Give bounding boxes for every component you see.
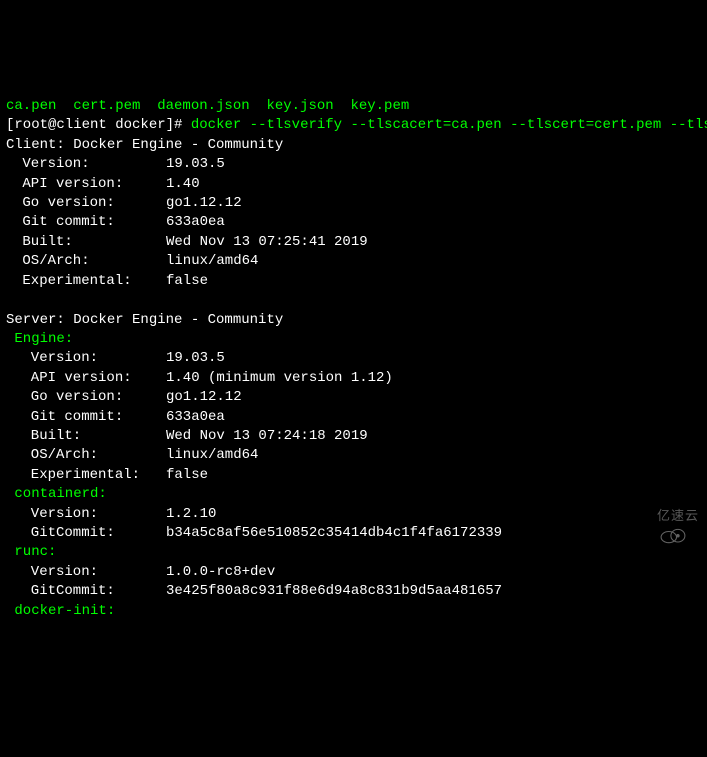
server-version-value: 19.03.5 — [166, 350, 225, 366]
containerd-version-value: 1.2.10 — [166, 506, 216, 522]
prompt-bracket-close: ]# — [166, 117, 191, 133]
runc-git-key: GitCommit: — [6, 582, 166, 601]
server-built-value: Wed Nov 13 07:24:18 2019 — [166, 428, 368, 444]
server-git-value: 633a0ea — [166, 409, 225, 425]
client-git-key: Git commit: — [6, 213, 166, 232]
server-version-key: Version: — [6, 349, 166, 368]
client-built-value: Wed Nov 13 07:25:41 2019 — [166, 234, 368, 250]
server-os-key: OS/Arch: — [6, 446, 166, 465]
server-exp-key: Experimental: — [6, 466, 166, 485]
server-api-value: 1.40 (minimum version 1.12) — [166, 370, 393, 386]
server-header: Server: Docker Engine - Community — [6, 312, 283, 328]
containerd-label: containerd: — [6, 486, 107, 502]
runc-version-key: Version: — [6, 563, 166, 582]
client-go-key: Go version: — [6, 194, 166, 213]
containerd-version-key: Version: — [6, 505, 166, 524]
client-os-value: linux/amd64 — [166, 253, 258, 269]
client-built-key: Built: — [6, 233, 166, 252]
client-git-value: 633a0ea — [166, 214, 225, 230]
ls-output-line: ca.pen cert.pem daemon.json key.json key… — [6, 98, 409, 114]
runc-git-value: 3e425f80a8c931f88e6d94a8c831b9d5aa481657 — [166, 583, 502, 599]
prompt-userhost: root@client docker — [14, 117, 165, 133]
terminal-output[interactable]: ca.pen cert.pem daemon.json key.json key… — [0, 78, 707, 621]
server-built-key: Built: — [6, 427, 166, 446]
client-go-value: go1.12.12 — [166, 195, 242, 211]
server-go-key: Go version: — [6, 388, 166, 407]
client-api-value: 1.40 — [166, 176, 200, 192]
server-go-value: go1.12.12 — [166, 389, 242, 405]
cloud-icon — [625, 506, 653, 524]
runc-label: runc: — [6, 544, 56, 560]
client-version-key: Version: — [6, 155, 166, 174]
engine-label: Engine: — [6, 331, 73, 347]
containerd-git-key: GitCommit: — [6, 524, 166, 543]
server-api-key: API version: — [6, 369, 166, 388]
watermark-text: 亿速云 — [657, 506, 699, 525]
server-exp-value: false — [166, 467, 208, 483]
client-os-key: OS/Arch: — [6, 252, 166, 271]
client-header: Client: Docker Engine - Community — [6, 137, 283, 153]
server-os-value: linux/amd64 — [166, 447, 258, 463]
containerd-git-value: b34a5c8af56e510852c35414db4c1f4fa6172339 — [166, 525, 502, 541]
dockerinit-label: docker-init: — [6, 603, 115, 619]
client-exp-value: false — [166, 273, 208, 289]
runc-version-value: 1.0.0-rc8+dev — [166, 564, 275, 580]
client-exp-key: Experimental: — [6, 272, 166, 291]
command-text: docker --tlsverify --tlscacert=ca.pen --… — [191, 117, 707, 133]
watermark: 亿速云 — [625, 506, 699, 525]
server-git-key: Git commit: — [6, 408, 166, 427]
client-api-key: API version: — [6, 175, 166, 194]
client-version-value: 19.03.5 — [166, 156, 225, 172]
